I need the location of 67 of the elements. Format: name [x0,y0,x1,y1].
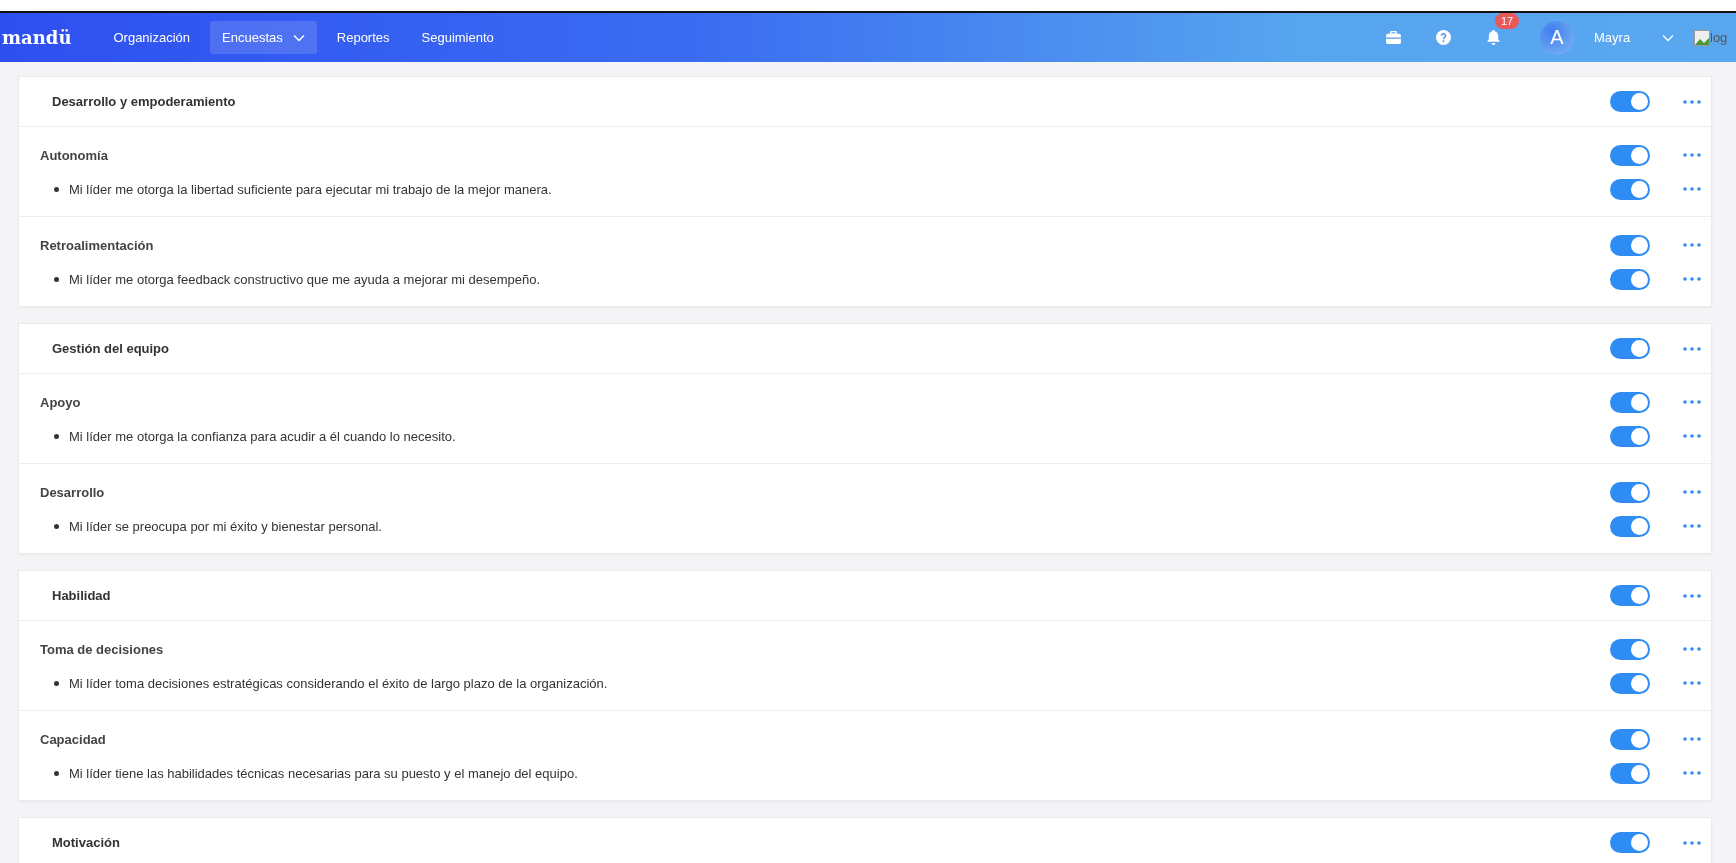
toggle-switch[interactable] [1610,515,1650,537]
toggle-switch[interactable] [1610,91,1650,112]
nav-link[interactable]: Reportes [324,21,402,54]
category-title: Autonomía [40,147,109,163]
notification-badge: 17 [1495,13,1520,29]
more-icon[interactable] [1683,400,1701,404]
bullet-icon [54,523,59,529]
chevron-down-icon[interactable] [1662,33,1674,42]
avatar[interactable]: A [1540,20,1574,55]
toggle-switch[interactable] [1610,234,1650,256]
nav-link[interactable]: Organización [101,21,203,54]
bullet-icon [54,680,59,686]
more-icon[interactable] [1683,434,1701,438]
toggle-switch[interactable] [1610,338,1650,359]
toggle-switch[interactable] [1610,585,1650,606]
more-icon[interactable] [1683,490,1701,494]
more-icon[interactable] [1683,243,1701,247]
more-icon[interactable] [1683,187,1701,191]
category-title: Apoyo [40,394,82,410]
question-text: Mi líder me otorga feedback constructivo que me ayuda a mejorar mi desempeño. [69,271,542,287]
bullet-icon [54,186,59,192]
section-title: Habilidad [52,588,112,603]
question-text: Mi líder toma decisiones estratégicas considerando el éxito de largo plazo de la organización. [69,675,609,691]
more-icon[interactable] [1683,524,1701,528]
question-text: Mi líder me otorga la confianza para acudir a él cuando lo necesito. [69,428,457,444]
toggle-switch[interactable] [1610,638,1650,660]
toggle-switch[interactable] [1610,178,1650,200]
toggle-switch[interactable] [1610,762,1650,784]
toggle-switch[interactable] [1610,728,1650,750]
chevron-down-icon[interactable] [292,33,305,42]
toggle-switch[interactable] [1610,391,1650,413]
more-icon[interactable] [1683,771,1701,775]
broken-image-icon [1694,29,1710,46]
bell-icon[interactable] [1486,30,1500,45]
more-icon[interactable] [1683,346,1701,351]
more-icon[interactable] [1683,840,1701,845]
section-title: Gestión del equipo [52,341,170,356]
toggle-switch[interactable] [1610,144,1650,166]
user-name[interactable]: Mayra [1594,30,1662,45]
bullet-icon [54,433,59,439]
more-icon[interactable] [1683,99,1701,104]
nav-link[interactable]: Encuestas [210,21,317,54]
question-text: Mi líder me otorga la libertad suficiente para ejecutar mi trabajo de la mejor manera. [69,181,553,197]
more-icon[interactable] [1683,277,1701,281]
toggle-switch[interactable] [1610,268,1650,290]
toggle-switch[interactable] [1610,832,1650,853]
bullet-icon [54,770,59,776]
more-icon[interactable] [1683,593,1701,598]
bullet-icon [54,276,59,282]
more-icon[interactable] [1683,647,1701,651]
category-title: Retroalimentación [40,237,155,253]
question-text: Mi líder se preocupa por mi éxito y bienestar personal. [69,518,383,534]
category-title: Desarrollo [40,484,106,500]
category-title: Capacidad [40,731,107,747]
image-alt-text: log [1710,30,1728,45]
more-icon[interactable] [1683,737,1701,741]
more-icon[interactable] [1683,153,1701,157]
nav-link[interactable]: Seguimiento [409,21,506,54]
section-title: Motivación [52,835,121,850]
question-text: Mi líder tiene las habilidades técnicas necesarias para su puesto y el manejo del equipo. [69,765,579,781]
brand-logo[interactable]: mandü [0,27,102,48]
toggle-switch[interactable] [1610,481,1650,503]
category-title: Toma de decisiones [40,641,165,657]
toggle-switch[interactable] [1610,425,1650,447]
more-icon[interactable] [1683,681,1701,685]
toggle-switch[interactable] [1610,672,1650,694]
section-title: Desarrollo y empoderamiento [52,94,237,109]
